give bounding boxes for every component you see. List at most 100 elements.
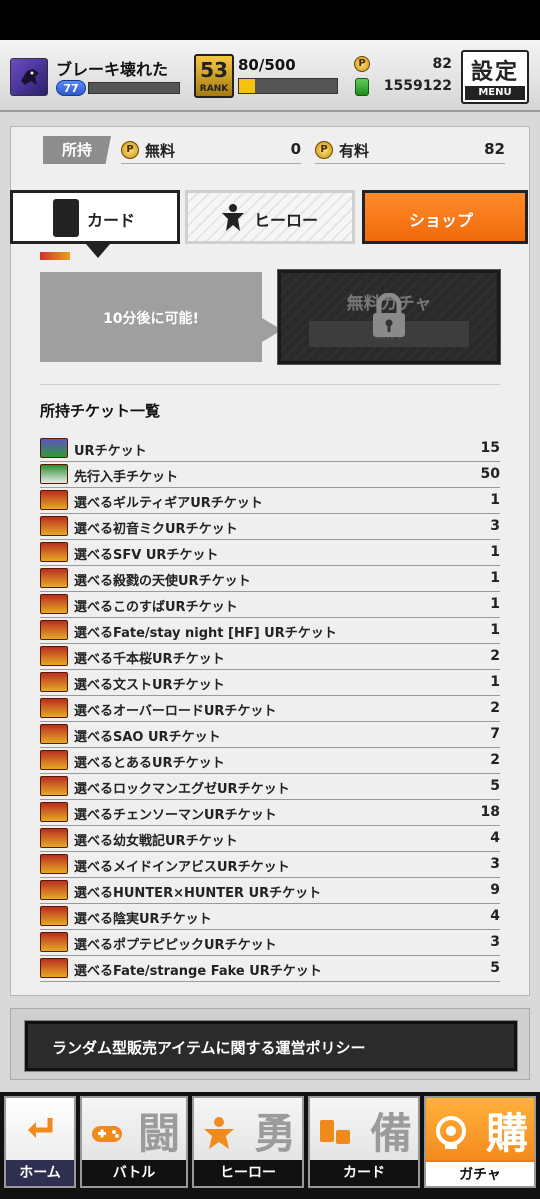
card-stack-icon [320,1120,350,1144]
ticket-icon [40,750,68,770]
ticket-name: 先行入手チケット [74,470,179,485]
ticket-icon [40,516,68,536]
section-divider [40,384,500,385]
ticket-name: 選べるHUNTER×HUNTER URチケット [74,886,322,901]
top-header: ブレーキ壊れた 77 53 RANK 80/500 P 82 1559122 設… [0,40,540,112]
ticket-name: 選べる幼女戦記URチケット [74,834,238,849]
paid-currency: P 有料 82 [315,136,505,164]
settings-menu-button[interactable]: 設定 MENU [461,50,529,104]
owned-currency-row: 所持 P 無料 0 P 有料 82 [43,136,511,166]
card-kanji: 備 [369,1109,412,1158]
ticket-count: 18 [480,804,500,820]
system-status-bar [0,0,540,40]
ticket-count: 1 [490,544,500,560]
ticket-name: 選べる殺戮の天使URチケット [74,574,251,589]
policy-button[interactable]: ランダム型販売アイテムに関する運営ポリシー [24,1020,518,1072]
nav-home[interactable]: ホーム [4,1096,76,1188]
ticket-name: 選べるポプテピピックURチケット [74,938,277,953]
ticket-row[interactable]: 選べる文ストURチケット 1 [40,670,500,696]
rank-number: 53 [200,58,228,82]
ticket-count: 1 [490,492,500,508]
ticket-icon [40,698,68,718]
stamina-text: 80/500 [238,56,296,74]
battle-kanji: 闘 [137,1109,180,1158]
ticket-row[interactable]: 選べるロックマンエグゼURチケット 5 [40,774,500,800]
card-icon [53,199,79,237]
nav-gacha[interactable]: 購 ガチャ [424,1096,536,1188]
ticket-icon [40,958,68,978]
stamina-bar [238,78,338,94]
policy-button-label: ランダム型販売アイテムに関する運営ポリシー [52,1039,366,1057]
player-name: ブレーキ壊れた [56,60,169,79]
ticket-row[interactable]: 選べる陰実URチケット 4 [40,904,500,930]
money-icon [355,78,369,96]
ticket-row[interactable]: 選べるこのすばURチケット 1 [40,592,500,618]
crow-icon [21,69,39,85]
ticket-icon [40,828,68,848]
free-currency: P 無料 0 [121,136,301,164]
ticket-row[interactable]: 選べるHUNTER×HUNTER URチケット 9 [40,878,500,904]
paid-currency-count: 82 [432,56,452,72]
ticket-row[interactable]: 選べるSAO URチケット 7 [40,722,500,748]
ticket-row[interactable]: 先行入手チケット 50 [40,462,500,488]
player-avatar[interactable] [10,58,48,96]
tab-hero-label: ヒーロー [254,211,319,230]
ticket-name: 選べる千本桜URチケット [74,652,225,667]
ticket-row[interactable]: 選べるFate/strange Fake URチケット 5 [40,956,500,982]
nav-hero[interactable]: 勇 ヒーロー [192,1096,304,1188]
tab-shop[interactable]: ショップ [362,190,528,244]
tab-hero[interactable]: ヒーロー [185,190,355,244]
ticket-count: 5 [490,778,500,794]
ticket-row[interactable]: 選べるメイドインアビスURチケット 3 [40,852,500,878]
ticket-row[interactable]: 選べる殺戮の天使URチケット 1 [40,566,500,592]
ticket-count: 5 [490,960,500,976]
gacha-capsule-icon [436,1116,466,1149]
ticket-name: 選べるFate/strange Fake URチケット [74,964,322,979]
ticket-name: URチケット [74,444,147,459]
gacha-kanji: 購 [485,1109,528,1158]
ticket-row[interactable]: 選べるとあるURチケット 2 [40,748,500,774]
ticket-row[interactable]: 選べるギルティギアURチケット 1 [40,488,500,514]
paid-currency-value: 82 [484,140,505,158]
ticket-row[interactable]: 選べるFate/stay night [HF] URチケット 1 [40,618,500,644]
nav-gacha-label: ガチャ [426,1160,534,1186]
stamina-bar-fill [239,79,255,93]
nav-battle-label: バトル [82,1160,186,1186]
ticket-row[interactable]: 選べる幼女戦記URチケット 4 [40,826,500,852]
ticket-count: 3 [490,856,500,872]
ticket-icon [40,490,68,510]
ticket-row[interactable]: 選べるSFV URチケット 1 [40,540,500,566]
free-gacha-button[interactable]: 無料ガチャ 無料 [277,269,501,365]
ticket-row[interactable]: 選べる初音ミクURチケット 3 [40,514,500,540]
ticket-row[interactable]: 選べるチェンソーマンURチケット 18 [40,800,500,826]
ticket-row[interactable]: 選べるオーバーロードURチケット 2 [40,696,500,722]
free-gacha-wait-text: 10分後に可能! [103,311,199,327]
ticket-name: 選べるFate/stay night [HF] URチケット [74,626,337,641]
paid-coin-icon: P [354,56,370,72]
back-arrow-icon [28,1118,53,1138]
gamepad-icon [92,1126,122,1142]
rank-label: RANK [199,84,229,94]
ticket-count: 2 [490,700,500,716]
ticket-icon [40,568,68,588]
free-currency-label: 無料 [145,142,176,160]
ticket-row[interactable]: 選べる千本桜URチケット 2 [40,644,500,670]
ticket-row[interactable]: URチケット 15 [40,436,500,462]
nav-battle[interactable]: 闘 バトル [80,1096,188,1188]
ticket-name: 選べるオーバーロードURチケット [74,704,277,719]
rank-badge: 53 RANK [194,54,234,98]
nav-card-label: カード [310,1160,418,1186]
ticket-count: 7 [490,726,500,742]
ticket-name: 選べる陰実URチケット [74,912,212,927]
ticket-name: 選べるメイドインアビスURチケット [74,860,290,875]
ticket-name: 選べるSAO URチケット [74,730,221,745]
ticket-count: 15 [480,440,500,456]
ticket-icon [40,906,68,926]
tab-card[interactable]: カード [10,190,180,244]
currency-display: P 82 1559122 [350,54,456,100]
tab-card-label: カード [87,211,136,230]
gacha-banner-strip [40,252,500,260]
nav-card[interactable]: 備 カード [308,1096,420,1188]
ticket-icon [40,724,68,744]
ticket-row[interactable]: 選べるポプテピピックURチケット 3 [40,930,500,956]
